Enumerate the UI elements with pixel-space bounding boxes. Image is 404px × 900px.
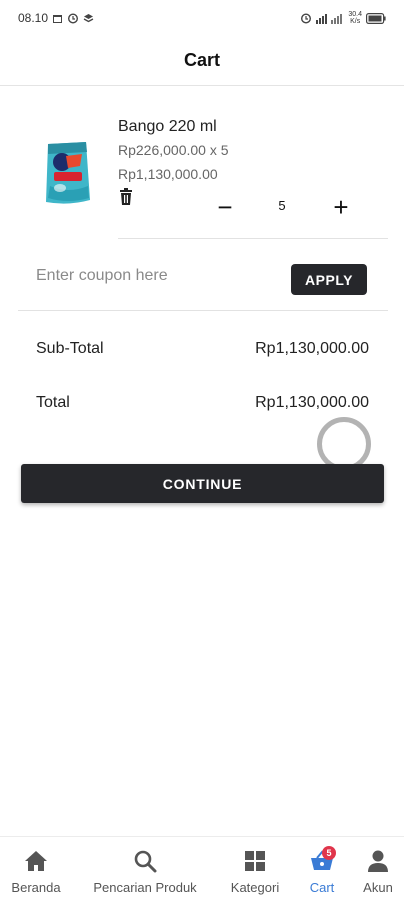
cart-item: Bango 220 ml Rp226,000.00 x 5 Rp1,130,00… (0, 108, 404, 240)
status-right: 30.4 K/s (300, 11, 386, 25)
total-value: Rp1,130,000.00 (255, 394, 369, 411)
subtotal-value: Rp1,130,000.00 (255, 340, 369, 357)
app-bar: Cart (0, 36, 404, 86)
nav-label: Pencarian Produk (93, 880, 197, 895)
total-label: Total (36, 394, 70, 411)
item-price-qty: Rp226,000.00 x 5 (118, 142, 229, 158)
nav-item-cart[interactable]: 5 Cart (292, 837, 352, 900)
search-icon (134, 850, 157, 873)
status-time: 08.10 (18, 11, 49, 25)
nav-label: Kategori (230, 880, 280, 895)
touch-indicator (317, 417, 371, 471)
total-row: Total Rp1,130,000.00 (36, 394, 369, 412)
continue-button[interactable]: CONTINUE (21, 464, 384, 503)
nav-item-kategori[interactable]: Kategori (218, 837, 292, 900)
status-left: 08.10 (18, 11, 94, 25)
home-icon (25, 851, 47, 871)
alarm-icon (301, 13, 312, 24)
cart-badge: 5 (322, 846, 336, 860)
person-icon (368, 850, 388, 872)
network-speed: 30.4 K/s (348, 11, 362, 25)
battery-icon (366, 12, 386, 24)
signal-icon (316, 13, 343, 24)
nav-item-beranda[interactable]: Beranda (0, 837, 72, 900)
bottom-nav: Beranda Pencarian Produk Kategori 5 Cart… (0, 836, 404, 900)
nav-label: Beranda (11, 880, 61, 895)
item-name: Bango 220 ml (118, 118, 217, 135)
subtotal-label: Sub-Total (36, 340, 104, 357)
coupon-input[interactable] (36, 258, 276, 294)
coupon-divider (18, 310, 388, 311)
quantity-value: 5 (278, 198, 286, 213)
item-subtotal: Rp1,130,000.00 (118, 166, 218, 182)
status-bar: 08.10 30.4 K/s (0, 0, 404, 36)
nav-label: Cart (309, 880, 335, 895)
calendar-icon (53, 14, 63, 23)
page-title: Cart (183, 50, 220, 70)
nav-label: Akun (363, 880, 393, 895)
nav-item-akun[interactable]: Akun (352, 837, 404, 900)
increase-quantity-button[interactable]: + (326, 192, 356, 222)
nav-item-pencarian-produk[interactable]: Pencarian Produk (72, 837, 218, 900)
subtotal-row: Sub-Total Rp1,130,000.00 (36, 340, 369, 358)
layers-icon (83, 13, 94, 22)
grid-icon (245, 851, 265, 871)
alarm-icon (68, 13, 79, 24)
coupon-row: APPLY (0, 252, 404, 310)
apply-coupon-button[interactable]: APPLY (291, 264, 367, 295)
trash-icon[interactable] (118, 188, 134, 206)
item-divider (118, 238, 388, 239)
decrease-quantity-button[interactable]: − (210, 192, 240, 222)
product-pouch-icon (46, 142, 90, 204)
